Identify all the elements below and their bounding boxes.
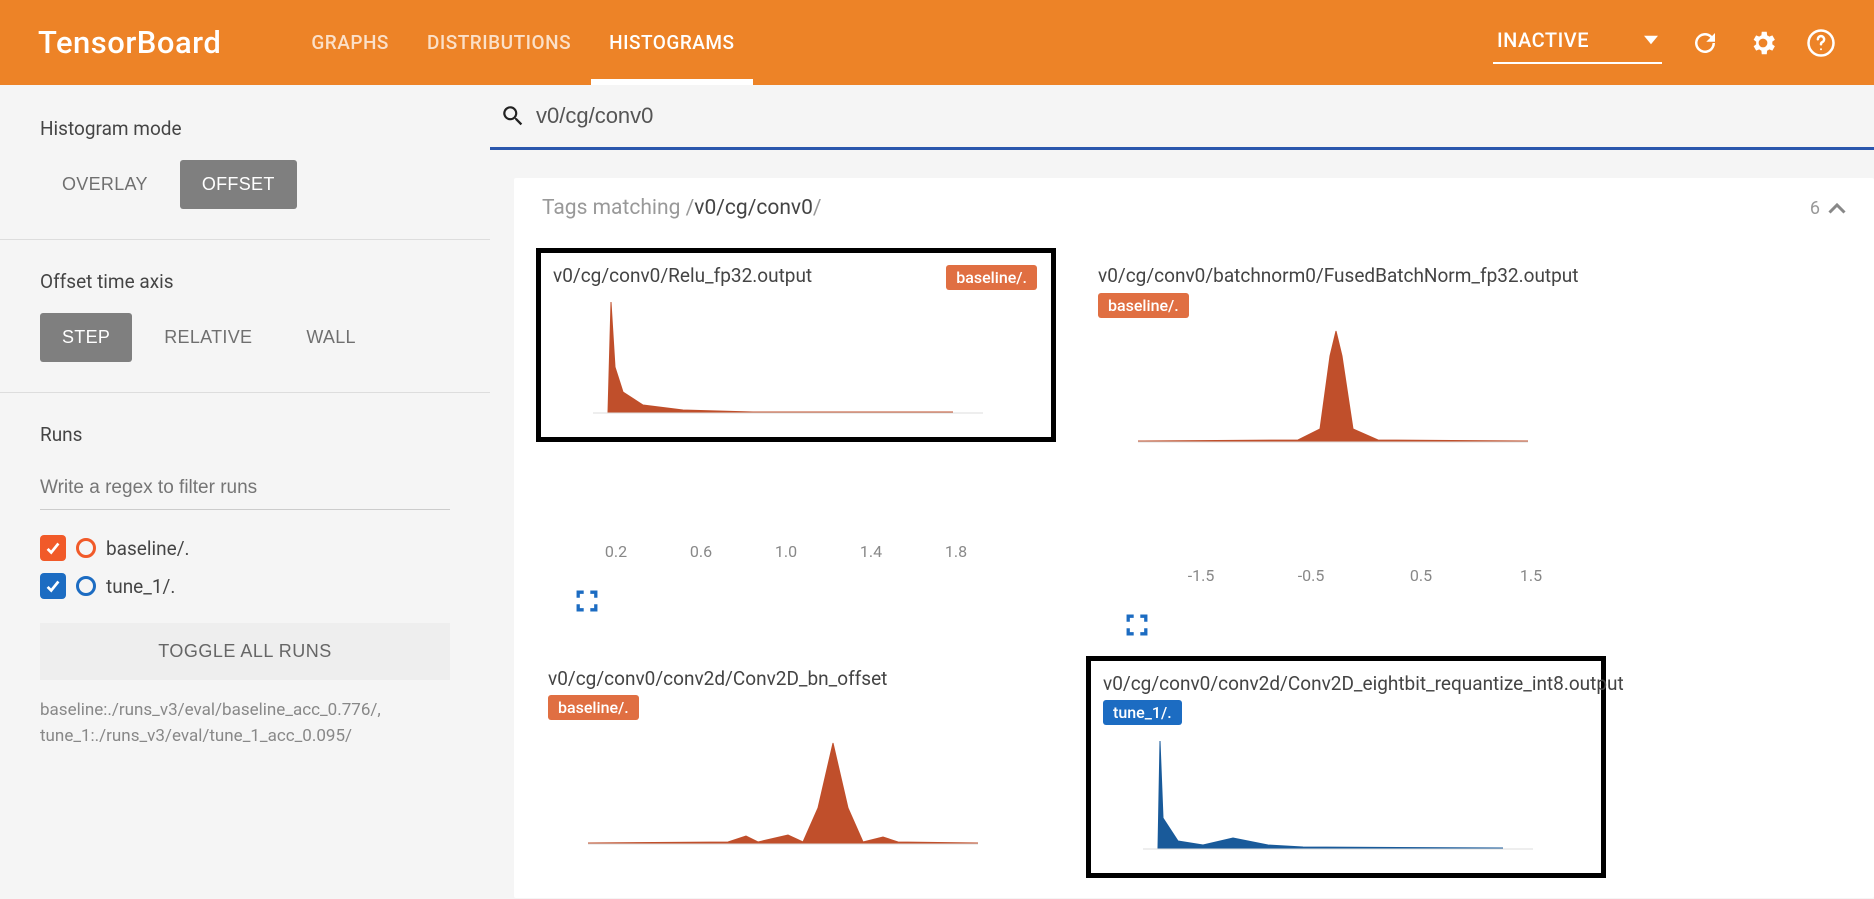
header-right: INACTIVE [1493, 22, 1836, 64]
histogram-card[interactable]: v0/cg/conv0/Relu_fp32.output baseline/. [536, 248, 1056, 442]
offset-axis-label: Offset time axis [40, 270, 450, 293]
histogram-mode-label: Histogram mode [40, 117, 450, 140]
tick-label: 0.6 [690, 542, 712, 561]
divider [0, 392, 490, 393]
tab-distributions[interactable]: DISTRIBUTIONS [427, 0, 571, 85]
cards-grid: v0/cg/conv0/Relu_fp32.output baseline/. … [514, 238, 1874, 898]
run-name-baseline: baseline/. [106, 537, 190, 560]
card-title: v0/cg/conv0/conv2d/Conv2D_eightbit_requa… [1103, 671, 1493, 697]
tick-label: 1.8 [945, 542, 967, 561]
tag-search-input[interactable] [536, 103, 1864, 129]
toggle-all-runs-button[interactable]: TOGGLE ALL RUNS [40, 623, 450, 680]
tick-label: 1.0 [775, 542, 797, 561]
refresh-button[interactable] [1690, 28, 1720, 58]
run-row-baseline[interactable]: baseline/. [40, 535, 450, 561]
histogram-mode-toggle: OVERLAY OFFSET [40, 160, 450, 209]
chevron-up-icon [1828, 199, 1846, 217]
histogram-card[interactable]: v0/cg/conv0/conv2d/Conv2D_bn_offset base… [536, 656, 1056, 869]
dropdown-icon [1644, 33, 1658, 47]
inactive-dropdown[interactable]: INACTIVE [1493, 22, 1662, 64]
offset-axis-toggle: STEP RELATIVE WALL [40, 313, 450, 362]
card-title: v0/cg/conv0/Relu_fp32.output [553, 263, 943, 289]
run-badge: baseline/. [1098, 293, 1189, 318]
card-area: Tags matching /v0/cg/conv0/ 6 v0/cg/conv… [490, 150, 1874, 898]
tick-label: 0.2 [605, 542, 627, 561]
check-icon [44, 577, 62, 595]
expand-button[interactable] [1126, 614, 1148, 636]
tag-count: 6 [1810, 198, 1820, 219]
card-title: v0/cg/conv0/conv2d/Conv2D_bn_offset [548, 666, 938, 692]
histogram-plot [548, 728, 1008, 858]
tag-header[interactable]: Tags matching /v0/cg/conv0/ 6 [514, 178, 1874, 238]
main-tabs: GRAPHS DISTRIBUTIONS HISTOGRAMS [311, 0, 734, 85]
run-badge: tune_1/. [1103, 700, 1182, 725]
check-icon [44, 539, 62, 557]
overlay-button[interactable]: OVERLAY [40, 160, 170, 209]
step-button[interactable]: STEP [40, 313, 132, 362]
tag-query: v0/cg/conv0 [694, 196, 813, 220]
tick-label: 1.5 [1520, 566, 1542, 585]
run-paths-text: baseline:./runs_v3/eval/baseline_acc_0.7… [40, 698, 450, 749]
x-axis: -1.5 -0.5 0.5 1.5 [1121, 566, 1616, 606]
tag-prefix: Tags matching / [542, 196, 694, 220]
histogram-plot [553, 297, 1013, 427]
main-pane: Tags matching /v0/cg/conv0/ 6 v0/cg/conv… [490, 85, 1874, 899]
run-row-tune1[interactable]: tune_1/. [40, 573, 450, 599]
tag-suffix: / [813, 196, 822, 220]
divider [0, 239, 490, 240]
tab-graphs[interactable]: GRAPHS [311, 0, 389, 85]
runs-filter-input[interactable] [40, 471, 450, 510]
swatch-baseline [76, 538, 96, 558]
checkbox-baseline[interactable] [40, 535, 66, 561]
tag-panel: Tags matching /v0/cg/conv0/ 6 v0/cg/conv… [514, 178, 1874, 898]
expand-button[interactable] [576, 590, 598, 612]
search-icon [500, 103, 526, 129]
app-header: TensorBoard GRAPHS DISTRIBUTIONS HISTOGR… [0, 0, 1874, 85]
help-icon [1806, 28, 1836, 58]
swatch-tune1 [76, 576, 96, 596]
checkbox-tune1[interactable] [40, 573, 66, 599]
inactive-label: INACTIVE [1497, 28, 1589, 52]
card-title: v0/cg/conv0/batchnorm0/FusedBatchNorm_fp… [1098, 263, 1488, 289]
run-badge: baseline/. [946, 265, 1037, 290]
runs-section: Runs baseline/. tune_1/. TOGGLE ALL RUNS… [40, 423, 450, 749]
run-badge: baseline/. [548, 695, 639, 720]
logo: TensorBoard [38, 24, 221, 61]
sidebar: Histogram mode OVERLAY OFFSET Offset tim… [0, 85, 490, 899]
offset-button[interactable]: OFFSET [180, 160, 297, 209]
refresh-icon [1690, 28, 1720, 58]
histogram-plot [1103, 733, 1563, 863]
tick-label: -0.5 [1298, 566, 1325, 585]
settings-button[interactable] [1748, 28, 1778, 58]
histogram-card[interactable]: v0/cg/conv0/batchnorm0/FusedBatchNorm_fp… [1086, 253, 1606, 466]
tag-search-bar [490, 85, 1874, 150]
histogram-plot [1098, 326, 1558, 456]
tick-label: 0.5 [1410, 566, 1432, 585]
run-name-tune1: tune_1/. [106, 575, 175, 598]
gear-icon [1748, 28, 1778, 58]
tab-histograms[interactable]: HISTOGRAMS [609, 0, 734, 85]
tick-label: -1.5 [1188, 566, 1215, 585]
wall-button[interactable]: WALL [284, 313, 378, 362]
histogram-card[interactable]: v0/cg/conv0/conv2d/Conv2D_eightbit_requa… [1086, 656, 1606, 879]
relative-button[interactable]: RELATIVE [142, 313, 274, 362]
help-button[interactable] [1806, 28, 1836, 58]
runs-label: Runs [40, 423, 450, 446]
x-axis: 0.2 0.6 1.0 1.4 1.8 [571, 542, 1066, 582]
tick-label: 1.4 [860, 542, 882, 561]
